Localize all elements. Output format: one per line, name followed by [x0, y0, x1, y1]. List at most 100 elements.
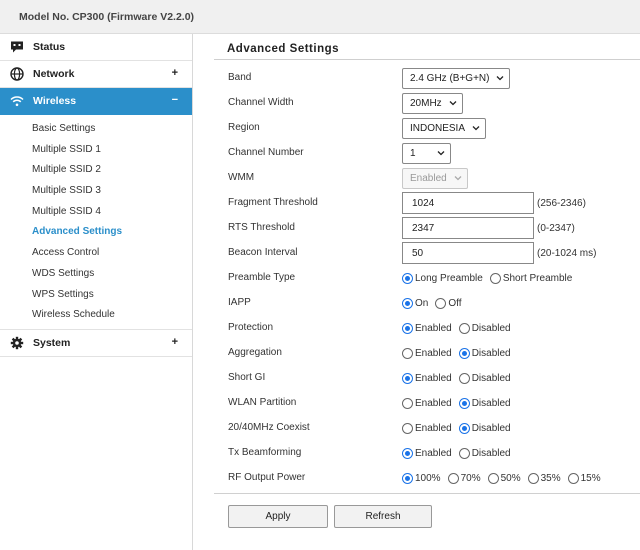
tx-beamforming-disabled-radio[interactable]: Disabled	[458, 447, 511, 459]
iapp-off-radio[interactable]: Off	[435, 297, 462, 309]
fragment-threshold-row: Fragment Threshold (256-2346)	[228, 191, 640, 215]
sidebar-menu-system[interactable]: System +	[0, 330, 192, 357]
coexist-enabled-radio[interactable]: Enabled	[402, 422, 452, 434]
protection-disabled-radio[interactable]: Disabled	[458, 322, 511, 334]
radio-label: Short Preamble	[502, 272, 573, 284]
sidebar-menu-status[interactable]: Status	[0, 34, 192, 61]
radio-indicator	[487, 472, 499, 484]
beacon-interval-input[interactable]	[402, 242, 534, 264]
sidebar-menu-system-label: System	[33, 336, 71, 349]
sidebar-item-access-control[interactable]: Access Control	[0, 243, 192, 264]
preamble-type-label: Preamble Type	[228, 272, 296, 283]
wlan-partition-enabled-radio[interactable]: Enabled	[402, 397, 452, 409]
rf-power-35-radio[interactable]: 35%	[527, 472, 561, 484]
wlan-partition-disabled-radio[interactable]: Disabled	[458, 397, 511, 409]
tx-beamforming-group: Enabled Disabled	[402, 442, 518, 464]
band-select[interactable]: 2.4 GHz (B+G+N)	[402, 67, 511, 89]
iapp-group: On Off	[402, 292, 469, 314]
region-select[interactable]: INDONESIA	[402, 117, 487, 139]
sidebar-item-multiple-ssid-1[interactable]: Multiple SSID 1	[0, 140, 192, 161]
radio-label: Disabled	[471, 322, 511, 334]
sidebar-item-wds-settings[interactable]: WDS Settings	[0, 264, 192, 285]
rf-power-100-radio[interactable]: 100%	[402, 472, 441, 484]
page-title: Advanced Settings	[227, 43, 340, 55]
aggregation-row: Aggregation Enabled Disabled	[228, 341, 640, 365]
preamble-type-row: Preamble Type Long Preamble Short Preamb…	[228, 266, 640, 290]
sidebar-item-wireless-schedule[interactable]: Wireless Schedule	[0, 305, 192, 326]
channel-width-label: Channel Width	[228, 97, 294, 108]
sidebar-menu-wireless[interactable]: Wireless −	[0, 88, 192, 115]
sidebar-item-multiple-ssid-3[interactable]: Multiple SSID 3	[0, 181, 192, 202]
radio-indicator	[458, 322, 470, 334]
rf-power-70-radio[interactable]: 70%	[447, 472, 481, 484]
radio-indicator	[489, 272, 501, 284]
channel-number-value: 1	[410, 147, 416, 159]
rf-output-power-row: RF Output Power 100% 70% 50% 35% 15%	[228, 466, 640, 490]
aggregation-enabled-radio[interactable]: Enabled	[402, 347, 452, 359]
radio-selected-indicator	[402, 472, 413, 484]
coexist-group: Enabled Disabled	[402, 417, 518, 439]
radio-indicator	[402, 397, 413, 409]
globe-icon	[10, 67, 24, 81]
band-row: Band 2.4 GHz (B+G+N)	[228, 66, 640, 90]
radio-label: Disabled	[471, 422, 511, 434]
sidebar-menu-network-label: Network	[33, 68, 75, 80]
fragment-threshold-hint: (256-2346)	[537, 197, 586, 209]
protection-label: Protection	[228, 322, 274, 333]
radio-indicator	[458, 447, 470, 459]
radio-selected-indicator	[402, 322, 413, 334]
radio-indicator	[435, 297, 447, 309]
short-gi-enabled-radio[interactable]: Enabled	[402, 372, 452, 384]
short-gi-label: Short GI	[228, 372, 266, 383]
refresh-button[interactable]: Refresh	[334, 505, 432, 528]
expand-icon: +	[171, 335, 178, 348]
coexist-disabled-radio[interactable]: Disabled	[458, 422, 511, 434]
short-gi-disabled-radio[interactable]: Disabled	[458, 372, 511, 384]
short-gi-row: Short GI Enabled Disabled	[228, 366, 640, 390]
channel-width-select[interactable]: 20MHz	[402, 92, 463, 114]
rts-threshold-label: RTS Threshold	[228, 222, 295, 233]
radio-label: 35%	[540, 472, 561, 484]
top-bar: Model No. CP300 (Firmware V2.2.0)	[0, 0, 640, 34]
tx-beamforming-enabled-radio[interactable]: Enabled	[402, 447, 452, 459]
divider	[214, 493, 640, 494]
sidebar-menu-network[interactable]: Network +	[0, 61, 192, 88]
sidebar: Status Network + Wireless − Basic Settin…	[0, 34, 193, 550]
rf-power-15-radio[interactable]: 15%	[567, 472, 601, 484]
radio-indicator	[567, 472, 579, 484]
sidebar-item-basic-settings[interactable]: Basic Settings	[0, 119, 192, 140]
aggregation-label: Aggregation	[228, 347, 282, 358]
sidebar-item-advanced-settings[interactable]: Advanced Settings	[0, 222, 192, 243]
expand-icon: +	[171, 67, 178, 79]
chevron-down-icon	[497, 76, 504, 81]
radio-label: Disabled	[471, 347, 511, 359]
radio-selected-indicator	[458, 347, 470, 359]
channel-number-select[interactable]: 1	[402, 142, 451, 164]
wmm-value: Enabled	[410, 172, 447, 184]
region-row: Region INDONESIA	[228, 116, 640, 140]
sidebar-item-wps-settings[interactable]: WPS Settings	[0, 285, 192, 306]
rts-threshold-row: RTS Threshold (0-2347)	[228, 216, 640, 240]
radio-indicator	[447, 472, 459, 484]
sidebar-item-multiple-ssid-4[interactable]: Multiple SSID 4	[0, 202, 192, 223]
rf-power-50-radio[interactable]: 50%	[487, 472, 521, 484]
radio-label: Long Preamble	[415, 272, 483, 284]
band-value: 2.4 GHz (B+G+N)	[410, 72, 490, 84]
apply-button[interactable]: Apply	[228, 505, 328, 528]
rts-threshold-input[interactable]	[402, 217, 534, 239]
aggregation-group: Enabled Disabled	[402, 342, 518, 364]
preamble-long-radio[interactable]: Long Preamble	[402, 272, 483, 284]
band-label: Band	[228, 72, 252, 83]
radio-selected-indicator	[458, 397, 470, 409]
chevron-down-icon	[454, 176, 462, 181]
iapp-on-radio[interactable]: On	[402, 297, 428, 309]
fragment-threshold-input[interactable]	[402, 192, 534, 214]
protection-enabled-radio[interactable]: Enabled	[402, 322, 452, 334]
radio-label: Enabled	[415, 422, 452, 434]
preamble-short-radio[interactable]: Short Preamble	[489, 272, 573, 284]
aggregation-disabled-radio[interactable]: Disabled	[458, 347, 511, 359]
region-value: INDONESIA	[410, 122, 466, 134]
sidebar-item-multiple-ssid-2[interactable]: Multiple SSID 2	[0, 160, 192, 181]
chevron-down-icon	[437, 151, 445, 156]
chevron-down-icon	[472, 126, 480, 131]
